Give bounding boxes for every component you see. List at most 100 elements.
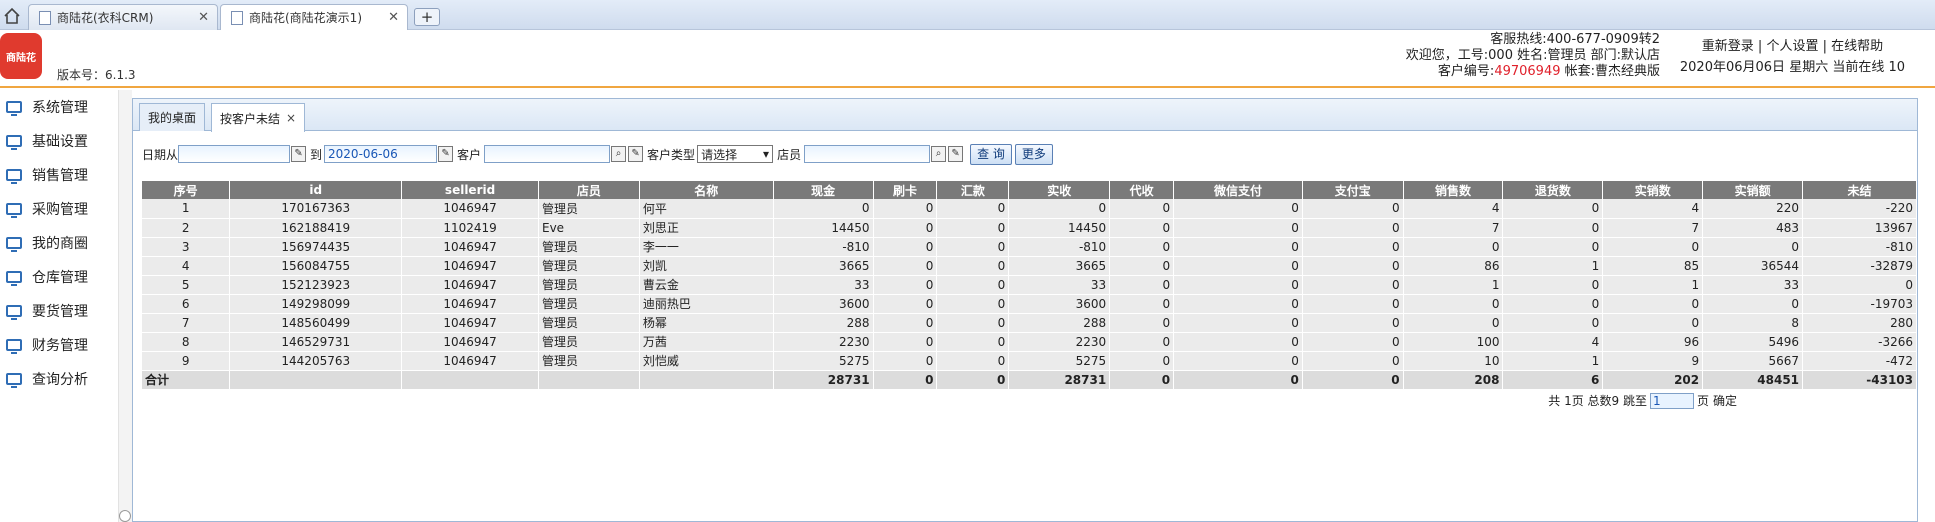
clerk-input[interactable] [804,145,931,163]
query-button[interactable]: 查 询 [970,143,1012,165]
column-header[interactable]: 实收 [1008,181,1111,199]
table-cell: 2230 [1008,332,1111,352]
table-cell: -3266 [1802,332,1917,352]
table-cell: 1046947 [401,332,539,352]
close-icon[interactable]: ✕ [388,10,399,25]
monitor-icon [6,203,22,218]
relogin-link[interactable]: 重新登录 [1702,39,1754,54]
table-cell: 4 [142,256,231,276]
table-cell: 1 [1403,275,1504,295]
table-row[interactable]: 9 144205763 1046947 管理员 刘恺威 5275 0 0 5275 0 0 0 10 1 9… [142,351,1917,371]
column-header[interactable]: 支付宝 [1302,181,1404,199]
sidebar-item-sales[interactable]: 销售管理 [0,158,118,192]
table-cell: 0 [873,332,938,352]
monitor-icon [6,135,22,150]
sidebar-item-warehouse[interactable]: 仓库管理 [0,260,118,294]
new-tab-button[interactable]: + [414,8,440,26]
sidebar-item-query[interactable]: 查询分析 [0,362,118,396]
column-header[interactable]: sellerid [401,181,539,199]
table-cell: 0 [1109,332,1175,352]
monitor-icon [6,237,22,252]
table-cell: 9 [142,351,231,371]
table-cell: 148560499 [229,313,403,333]
date-from-input[interactable] [178,145,291,163]
settings-link[interactable]: 个人设置 [1766,39,1818,54]
date-to-input[interactable]: 2020-06-06 [324,145,438,163]
table-row[interactable]: 2 162188419 1102419 Eve 刘思正 14450 0 0 14450 0 0 0 7 0… [142,218,1917,238]
total-cell: 0 [1109,370,1175,390]
confirm-button[interactable]: 确定 [1713,392,1737,409]
sidebar-item-purchase[interactable]: 采购管理 [0,192,118,226]
column-header[interactable]: 未结 [1802,181,1917,199]
table-row[interactable]: 8 146529731 1046947 管理员 万茜 2230 0 0 2230 0 0 0 100 4 9… [142,332,1917,352]
date-picker-icon[interactable]: ✎ [438,146,454,162]
table-row[interactable]: 5 152123923 1046947 管理员 曹云金 33 0 0 33 0 0 0 1 0 1 33 0 [142,275,1917,295]
column-header[interactable]: 店员 [538,181,640,199]
close-icon[interactable]: ✕ [198,10,209,25]
table-cell: 3600 [773,294,874,314]
column-header[interactable]: 现金 [773,181,874,199]
column-header[interactable]: 微信支付 [1173,181,1303,199]
tab-my-desktop[interactable]: 我的桌面 [139,103,206,131]
help-link[interactable]: 在线帮助 [1831,39,1883,54]
column-header[interactable]: 刷卡 [873,181,938,199]
home-icon[interactable] [2,6,22,26]
column-header[interactable]: 名称 [639,181,774,199]
table-cell: 4 [1403,199,1504,219]
column-header[interactable]: id [229,181,403,199]
table-cell: 0 [773,199,874,219]
column-header[interactable]: 实销额 [1702,181,1804,199]
customer-type-label: 客户类型 [647,147,696,162]
sidebar-splitter[interactable] [118,90,132,522]
table-cell: 1 [142,199,231,219]
sidebar-item-business-circle[interactable]: 我的商圈 [0,226,118,260]
customer-type-select[interactable]: 请选择 ▾ [697,145,774,163]
table-cell: 4 [1502,332,1604,352]
table-row[interactable]: 3 156974435 1046947 管理员 李一一 -810 0 0 -810 0 0 0 0 0 0 0… [142,237,1917,257]
column-header[interactable]: 退货数 [1502,181,1604,199]
table-row[interactable]: 1 170167363 1046947 管理员 何平 0 0 0 0 0 0 0 4 0 4 220 -220 [142,199,1917,219]
sidebar-item-system[interactable]: 系统管理 [0,90,118,124]
table-cell: 3665 [1008,256,1111,276]
date-picker-icon[interactable]: ✎ [291,146,307,162]
table-cell: 0 [1173,294,1303,314]
filter-bar: 日期从 ✎ 到 2020-06-06 ✎ 客户 ⌕ ✎ 客户类型 请选择 ▾ 店… [142,143,1053,165]
customer-input[interactable] [484,145,611,163]
column-header[interactable]: 销售数 [1403,181,1504,199]
table-cell: 156974435 [229,237,403,257]
tab-customer-unsettled[interactable]: 按客户未结 × [211,103,306,132]
edit-icon[interactable]: ✎ [948,146,964,162]
table-row[interactable]: 6 149298099 1046947 管理员 迪丽热巴 3600 0 0 3600 0 0 0 0 0 0… [142,294,1917,314]
column-header[interactable]: 汇款 [936,181,1010,199]
page-input[interactable]: 1 [1649,392,1694,409]
sidebar-item-basic-settings[interactable]: 基础设置 [0,124,118,158]
table-cell: 0 [1302,275,1404,295]
close-icon[interactable]: × [286,111,296,125]
table-cell: 0 [1502,275,1604,295]
edit-icon[interactable]: ✎ [628,146,644,162]
sidebar-item-finance[interactable]: 财务管理 [0,328,118,362]
lookup-icon[interactable]: ⌕ [611,146,627,162]
table-cell: 0 [1173,237,1303,257]
more-button[interactable]: 更多 [1014,143,1053,165]
table-cell: 0 [936,237,1010,257]
sidebar-item-requisition[interactable]: 要货管理 [0,294,118,328]
table-cell: -19703 [1802,294,1917,314]
total-cell: 0 [1173,370,1303,390]
table-cell: 86 [1403,256,1504,276]
hotline-text: 客服热线:400-677-0909转2 [1490,32,1660,47]
table-cell: Eve [538,218,640,238]
clerk-label: 店员 [777,147,802,162]
table-cell: 280 [1802,313,1917,333]
column-header[interactable]: 代收 [1109,181,1175,199]
page-suffix: 页 [1696,394,1709,408]
collapse-handle[interactable] [119,510,131,522]
column-header[interactable]: 实销数 [1602,181,1704,199]
browser-tab-crm[interactable]: 商陆花(衣科CRM) ✕ [28,4,218,30]
table-row[interactable]: 4 156084755 1046947 管理员 刘凯 3665 0 0 3665 0 0 0 86 1 85… [142,256,1917,276]
lookup-icon[interactable]: ⌕ [931,146,947,162]
table-cell: 0 [1173,218,1303,238]
browser-tab-demo[interactable]: 商陆花(商陆花演示1) ✕ [220,4,408,30]
table-row[interactable]: 7 148560499 1046947 管理员 杨幂 288 0 0 288 0 0 0 0 0 0 8 280 [142,313,1917,333]
column-header[interactable]: 序号 [142,181,231,199]
